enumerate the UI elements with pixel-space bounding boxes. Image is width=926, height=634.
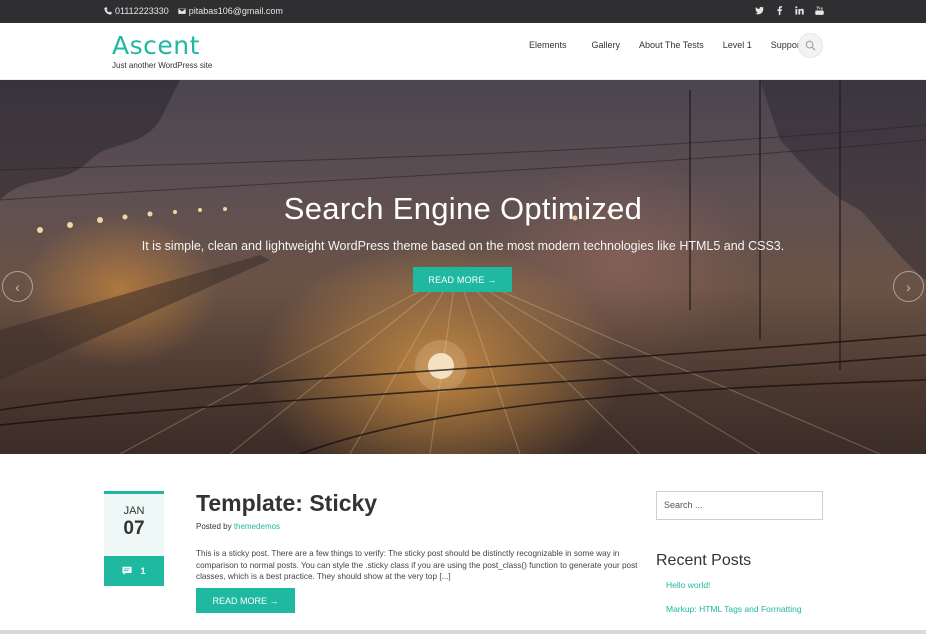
- page-bottom-edge: [0, 630, 926, 634]
- post-meta: Posted by themedemos: [196, 522, 641, 531]
- posted-by-label: Posted by: [196, 522, 232, 531]
- email-address: pitabas106@gmail.com: [188, 6, 283, 16]
- post-title[interactable]: Template: Sticky: [196, 489, 641, 517]
- post-read-more-button[interactable]: READ MORE →: [196, 588, 295, 613]
- envelope-icon: [177, 7, 186, 15]
- recent-post-link[interactable]: Markup: HTML Tags and Formatting: [656, 604, 823, 628]
- hero-read-more-button[interactable]: READ MORE →: [413, 267, 512, 292]
- site-logo[interactable]: Ascent Just another WordPress site: [112, 32, 212, 71]
- post-date: JAN 07: [104, 491, 164, 556]
- comment-count: 1: [140, 566, 146, 576]
- email-contact[interactable]: pitabas106@gmail.com: [177, 6, 283, 16]
- recent-post-link[interactable]: Hello world!: [656, 580, 823, 604]
- comments-link[interactable]: 1: [104, 556, 164, 586]
- hero-title: Search Engine Optimized: [283, 191, 643, 226]
- nav-item-gallery[interactable]: Gallery: [592, 40, 621, 50]
- phone-contact: 01112223330: [104, 6, 169, 16]
- social-links: [754, 5, 824, 16]
- chevron-left-icon: ‹: [15, 278, 20, 295]
- slider-prev-button[interactable]: ‹: [2, 271, 33, 302]
- recent-posts-list: Hello world! Markup: HTML Tags and Forma…: [656, 580, 823, 628]
- site-tagline: Just another WordPress site: [112, 61, 213, 70]
- phone-number: 01112223330: [115, 6, 169, 16]
- comment-icon: [122, 566, 132, 575]
- post-article: Template: Sticky Posted by themedemos Th…: [196, 489, 641, 613]
- post-day: 07: [123, 518, 145, 539]
- post-month: JAN: [123, 505, 145, 517]
- facebook-icon[interactable]: [774, 5, 784, 16]
- top-bar: 01112223330 pitabas106@gmail.com: [0, 0, 926, 23]
- chevron-right-icon: ›: [906, 278, 911, 295]
- slider-next-button[interactable]: ›: [893, 271, 924, 302]
- nav-item-level-1[interactable]: Level 1: [723, 40, 752, 50]
- hero-subtitle: It is simple, clean and lightweight Word…: [141, 239, 785, 253]
- search-toggle-button[interactable]: [798, 33, 823, 58]
- phone-icon: [104, 7, 112, 15]
- linkedin-icon[interactable]: [794, 5, 804, 16]
- recent-posts-heading: Recent Posts: [656, 552, 752, 569]
- main-nav: Elements Gallery About The Tests Level 1…: [529, 40, 802, 50]
- contact-info: 01112223330 pitabas106@gmail.com: [104, 6, 283, 16]
- sidebar-search-input[interactable]: Search ...: [656, 491, 823, 520]
- search-icon: [805, 40, 816, 51]
- site-title[interactable]: Ascent: [112, 32, 212, 60]
- nav-item-elements[interactable]: Elements: [529, 40, 567, 50]
- hero-slider: Search Engine Optimized It is simple, cl…: [0, 80, 926, 454]
- post-excerpt: This is a sticky post. There are a few t…: [196, 549, 638, 581]
- site-header: Ascent Just another WordPress site Eleme…: [0, 23, 926, 80]
- twitter-icon[interactable]: [754, 5, 764, 16]
- post-date-box: JAN 07 1: [104, 491, 164, 586]
- sidebar: Search ... Recent Posts Hello world! Mar…: [656, 491, 823, 628]
- nav-item-about-the-tests[interactable]: About The Tests: [639, 40, 704, 50]
- youtube-icon[interactable]: [814, 5, 824, 16]
- post-author-link[interactable]: themedemos: [234, 522, 280, 531]
